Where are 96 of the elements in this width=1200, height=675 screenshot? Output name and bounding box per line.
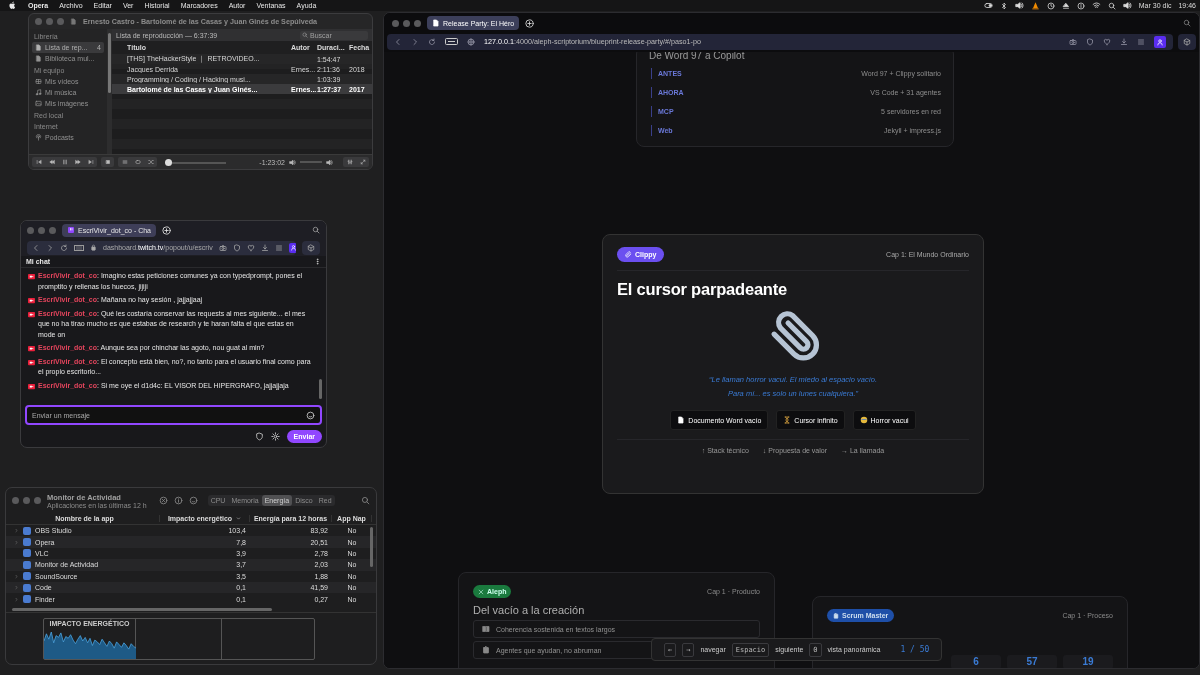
sort-icon (236, 516, 242, 521)
clock-icon[interactable] (1046, 1, 1055, 10)
camera-icon[interactable] (218, 243, 227, 252)
slide-title: Del vacío a la creación (473, 604, 586, 616)
user-icon (290, 244, 296, 251)
search-icon (302, 32, 308, 38)
new-tab-icon[interactable] (162, 225, 171, 235)
download-icon[interactable] (260, 243, 269, 252)
fullscreen-icon (359, 159, 366, 165)
image-icon (35, 100, 42, 107)
extensions-button[interactable] (1178, 33, 1196, 50)
new-tab-icon[interactable] (525, 18, 535, 28)
pause-icon (61, 159, 68, 165)
volume-icon (289, 158, 296, 166)
info-icon[interactable] (173, 496, 183, 505)
reload-icon[interactable] (428, 37, 436, 46)
download-icon[interactable] (1120, 37, 1128, 46)
toggle-icon[interactable] (983, 1, 993, 10)
forward-icon[interactable] (46, 243, 54, 252)
search-icon[interactable] (1183, 19, 1191, 27)
music-icon (35, 89, 42, 96)
wifi-icon[interactable] (1091, 1, 1101, 10)
cone-icon[interactable] (1030, 1, 1040, 10)
shuffle-icon (147, 159, 154, 165)
user-icon (1156, 37, 1164, 46)
window-buttons[interactable] (27, 226, 56, 234)
stat-number: 19 (1063, 655, 1113, 668)
camera-badge-icon (27, 273, 36, 280)
heart-icon[interactable] (1103, 37, 1111, 46)
slide-title: El cursor parpadeante (617, 280, 789, 299)
camera-badge-icon (27, 358, 36, 366)
clipboard-icon (482, 646, 490, 654)
camera-icon[interactable] (1069, 37, 1077, 46)
document-icon (432, 19, 440, 27)
extensions-button[interactable] (302, 240, 320, 255)
profile-button[interactable] (1154, 35, 1166, 48)
slide-title: De Word 97 a Copilot (649, 52, 746, 61)
shield-icon[interactable] (232, 243, 241, 252)
window-buttons[interactable] (12, 497, 41, 504)
search-icon[interactable] (361, 496, 370, 505)
scrollbar[interactable] (370, 527, 373, 567)
slide-counter: 1 / 50 (900, 645, 930, 654)
stop-icon (104, 159, 111, 165)
emoji-icon[interactable] (306, 410, 315, 420)
document-icon (677, 416, 686, 424)
book-icon (482, 625, 490, 633)
cube-icon (1183, 37, 1191, 46)
apple-icon[interactable] (8, 1, 17, 10)
globe-icon (467, 37, 475, 46)
playlist-icon (121, 159, 128, 165)
slider-thumb[interactable] (164, 158, 172, 166)
document-icon (70, 18, 77, 25)
eject-icon[interactable] (1061, 1, 1070, 10)
stop-process-icon[interactable] (158, 496, 168, 505)
podcast-icon (35, 134, 42, 141)
lock-icon (90, 244, 97, 251)
camera-badge-icon (27, 345, 36, 352)
volume-icon (326, 158, 333, 166)
camera-badge-icon (27, 310, 36, 318)
camera-badge-icon (27, 297, 36, 304)
window-buttons[interactable] (392, 19, 421, 27)
clipboard-icon (833, 612, 839, 619)
reload-icon[interactable] (60, 243, 68, 252)
vpn-icon[interactable] (445, 38, 458, 45)
face-icon (859, 416, 868, 424)
shield-icon[interactable] (1086, 37, 1094, 46)
twitch-icon (67, 226, 75, 234)
heart-icon[interactable] (246, 243, 255, 252)
stat-number: 6 (951, 655, 1001, 668)
settings-icon[interactable] (270, 431, 280, 441)
paperclip-icon (625, 251, 632, 258)
bluetooth-icon[interactable] (999, 1, 1008, 10)
equalizer-icon (346, 159, 353, 165)
crossed-swords-icon (478, 588, 484, 595)
previous-icon (35, 159, 42, 165)
search-icon[interactable] (312, 226, 320, 234)
video-icon (35, 78, 42, 85)
scrollbar[interactable] (319, 379, 322, 399)
hourglass-icon (783, 416, 792, 424)
camera-badge-icon (27, 382, 36, 390)
search-icon[interactable] (1107, 1, 1116, 10)
volume-icon[interactable] (1122, 1, 1132, 10)
loop-icon (134, 159, 141, 165)
shield-icon[interactable] (254, 431, 264, 441)
next-icon (87, 159, 94, 165)
window-buttons[interactable] (35, 18, 64, 25)
volume-icon[interactable] (1014, 1, 1024, 10)
cube-icon (307, 243, 315, 252)
scrollbar[interactable] (108, 33, 111, 93)
stat-number: 57 (1007, 655, 1057, 668)
vpn-icon[interactable] (74, 244, 84, 251)
profile-button[interactable] (288, 242, 296, 253)
forward-icon (74, 159, 81, 165)
scrollbar[interactable] (12, 608, 272, 611)
rewind-icon (48, 159, 55, 165)
progress-slider[interactable] (166, 158, 226, 166)
